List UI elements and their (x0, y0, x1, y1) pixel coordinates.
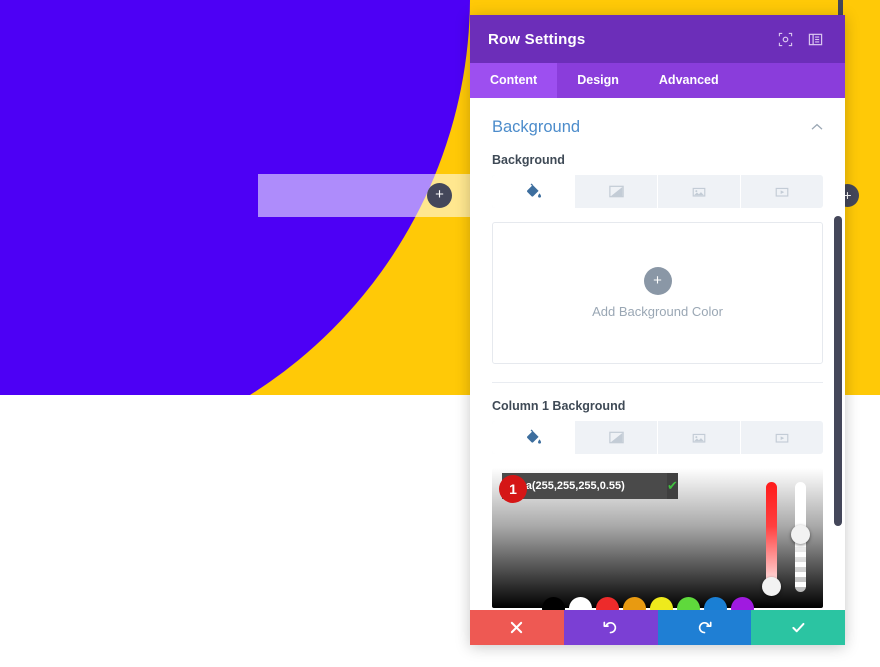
row-add-icon[interactable]: + (427, 183, 452, 208)
plus-icon[interactable]: + (643, 267, 672, 295)
step-badge: 1 (499, 475, 527, 503)
swatch-yellow[interactable] (650, 597, 673, 610)
settings-scroll-area: Background Background + Add Background C… (470, 98, 845, 610)
swatch-red[interactable] (596, 597, 619, 610)
background-section-header[interactable]: Background (492, 98, 823, 153)
modal-scrollbar[interactable] (834, 216, 842, 526)
hue-slider-handle[interactable] (762, 577, 781, 596)
add-background-color-dropzone[interactable]: + Add Background Color (492, 222, 823, 364)
background-image-tab[interactable] (658, 175, 741, 208)
modal-tab-bar: Content Design Advanced (470, 63, 845, 98)
col1-background-video-tab[interactable] (741, 421, 823, 454)
row-settings-modal: Row Settings Content Design Advanced Bac… (470, 15, 845, 645)
swatch-purple[interactable] (731, 597, 754, 610)
add-background-color-label: Add Background Color (592, 304, 723, 319)
layout-panel-icon[interactable] (803, 27, 827, 51)
swatch-black[interactable] (542, 597, 565, 610)
modal-body: Background Background + Add Background C… (470, 98, 845, 610)
color-swatch-row (542, 597, 754, 610)
undo-button[interactable] (563, 610, 658, 645)
swatch-green[interactable] (677, 597, 700, 610)
background-color-tab[interactable] (492, 175, 575, 208)
swatch-white[interactable] (569, 597, 592, 610)
swatch-orange[interactable] (623, 597, 646, 610)
app-root: + + Row Settings Content Design Advanced… (0, 0, 880, 667)
col1-background-image-tab[interactable] (658, 421, 741, 454)
hue-slider[interactable] (762, 482, 781, 596)
modal-action-bar (470, 610, 845, 645)
column1-background-type-strip (492, 421, 823, 454)
column1-background-label: Column 1 Background (492, 399, 626, 413)
alpha-slider[interactable] (791, 482, 810, 592)
col1-background-gradient-tab[interactable] (575, 421, 658, 454)
redo-button[interactable] (657, 610, 752, 645)
tab-advanced[interactable]: Advanced (639, 63, 739, 98)
color-confirm-check-icon[interactable]: ✔ (667, 473, 678, 499)
background-section-title: Background (492, 118, 581, 136)
modal-header: Row Settings (470, 15, 845, 63)
alpha-slider-handle[interactable] (791, 525, 810, 544)
close-button[interactable] (470, 610, 564, 645)
tab-design[interactable]: Design (557, 63, 639, 98)
chevron-up-icon[interactable] (811, 122, 823, 134)
save-button[interactable] (751, 610, 845, 645)
background-type-strip (492, 175, 823, 208)
color-picker-panel[interactable]: ✔ 1 (492, 468, 823, 610)
tab-content[interactable]: Content (470, 63, 558, 98)
background-video-tab[interactable] (741, 175, 823, 208)
background-gradient-tab[interactable] (575, 175, 658, 208)
expand-view-icon[interactable] (773, 27, 797, 51)
page-title: Row Settings (488, 30, 586, 48)
section-divider (492, 382, 823, 383)
swatch-blue[interactable] (704, 597, 727, 610)
col1-background-color-tab[interactable] (492, 421, 575, 454)
background-field-label: Background (492, 153, 565, 167)
